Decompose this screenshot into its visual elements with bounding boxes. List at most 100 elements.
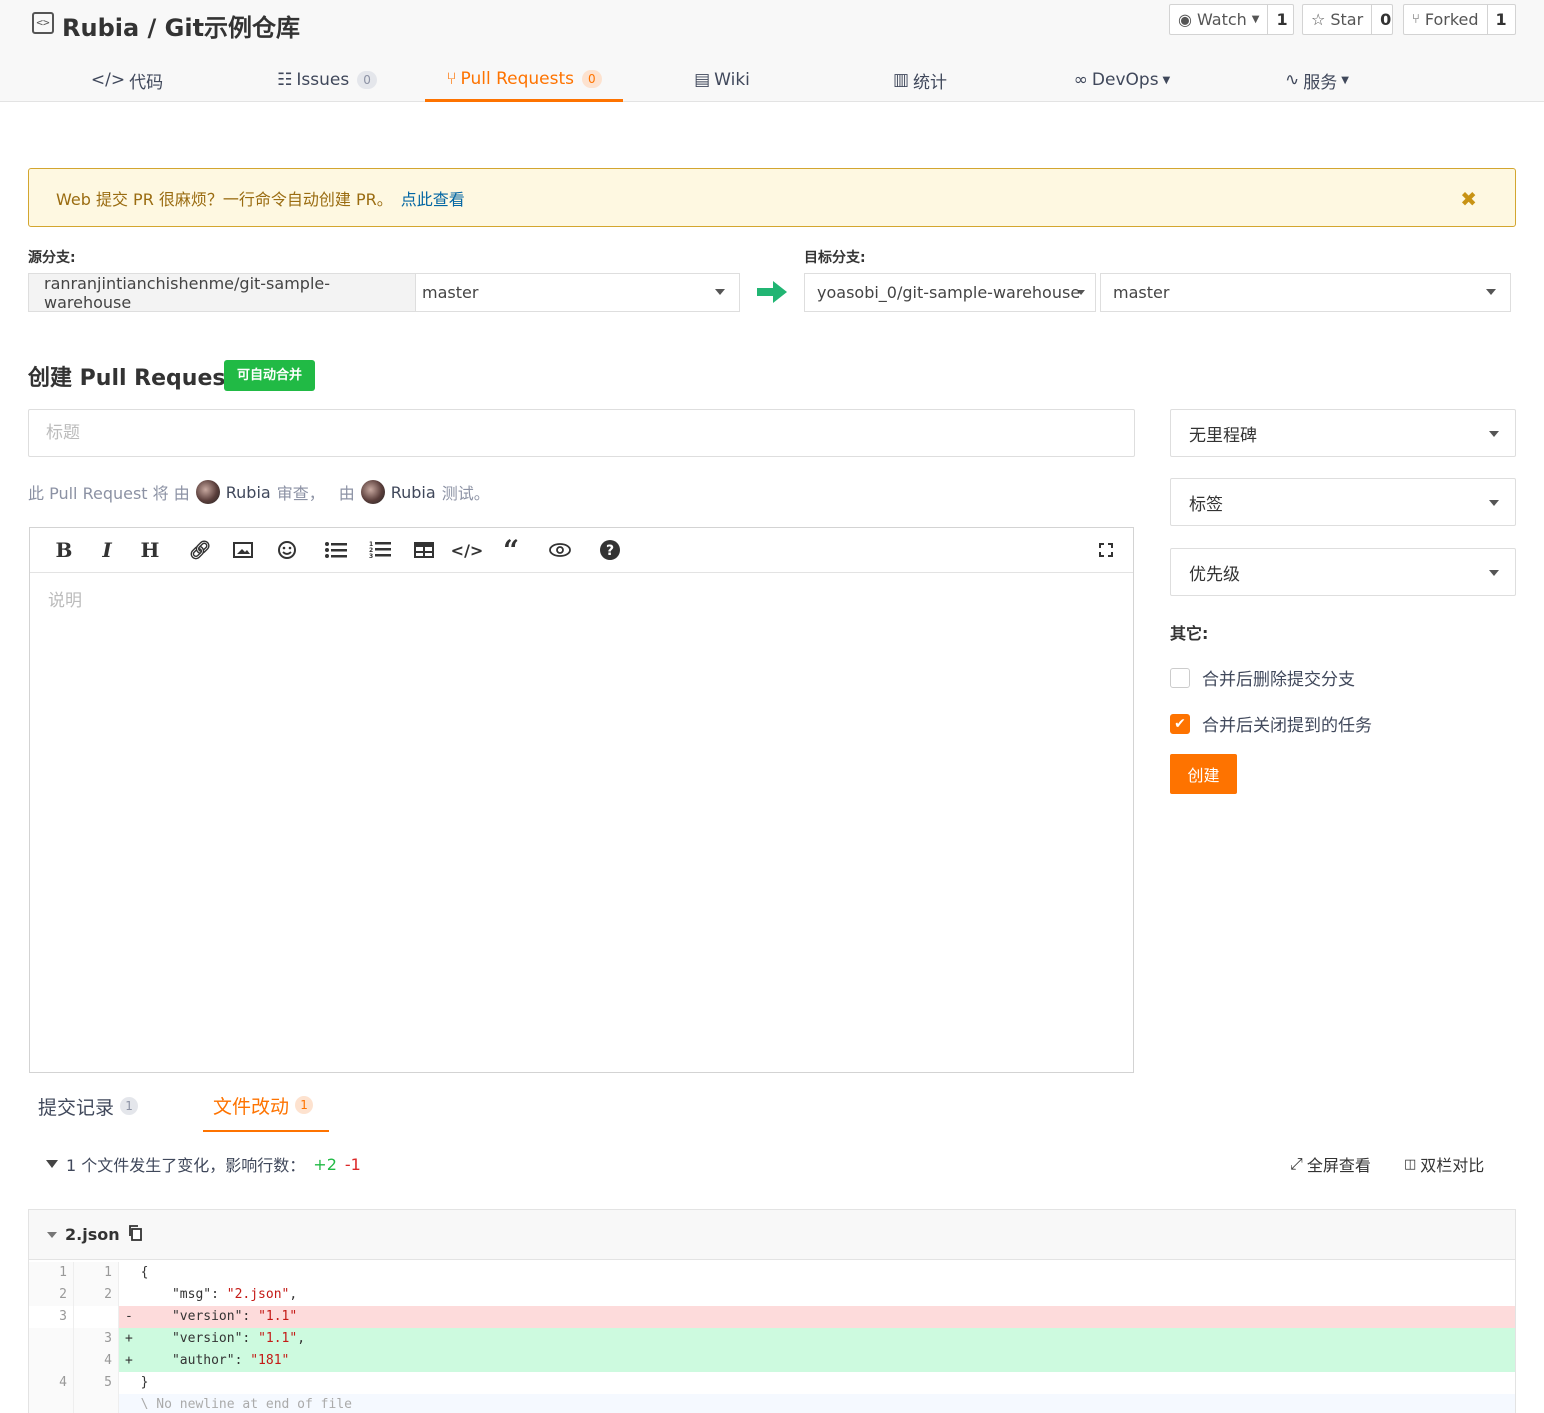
- file-name[interactable]: 2.json: [65, 1225, 120, 1244]
- table-icon[interactable]: [410, 537, 438, 563]
- diff-line: \ No newline at end of file: [29, 1394, 1515, 1413]
- diff-code: + "author": "181": [119, 1350, 1515, 1372]
- bar-chart-icon: ▥: [892, 70, 910, 90]
- title-input[interactable]: 标题: [28, 409, 1135, 457]
- svg-text:3: 3: [369, 553, 373, 559]
- caret-down-icon: [1077, 290, 1085, 295]
- tab-services[interactable]: ∿ 服务 ▼: [1260, 58, 1374, 102]
- labels-select[interactable]: 标签: [1170, 478, 1516, 526]
- reviewer-line: 此 Pull Request 将 由 Rubia 审查， 由 Rubia 测试。: [28, 480, 490, 504]
- caret-down-icon[interactable]: [46, 1160, 58, 1168]
- tab-pull-requests[interactable]: ⑂ Pull Requests 0: [425, 58, 623, 102]
- old-line-number: [29, 1350, 74, 1372]
- code-repo-icon: <>: [32, 12, 54, 34]
- issues-icon: ☷: [277, 70, 293, 90]
- checkmark-icon[interactable]: ✔: [1170, 713, 1190, 734]
- file-header: 2.json: [29, 1210, 1515, 1260]
- notice-link[interactable]: 点此查看: [401, 186, 465, 210]
- new-line-number: 1: [74, 1262, 119, 1284]
- quote-icon[interactable]: “: [497, 534, 525, 567]
- forked-count[interactable]: 1: [1486, 5, 1515, 34]
- diff-line: 4 + "author": "181": [29, 1350, 1515, 1372]
- star-icon: ☆: [1311, 10, 1326, 29]
- heading-icon[interactable]: H: [136, 537, 164, 563]
- diff-code: "msg": "2.json",: [125, 1287, 298, 1302]
- old-line-number: 4: [29, 1372, 74, 1394]
- code-icon[interactable]: </>: [451, 537, 484, 563]
- eye-icon: ◉: [1178, 10, 1192, 29]
- new-line-number: [74, 1394, 119, 1413]
- tab-wiki[interactable]: ▤ Wiki: [660, 58, 784, 102]
- delete-branch-checkbox[interactable]: 合并后删除提交分支: [1170, 665, 1355, 690]
- svg-text:?: ?: [606, 543, 614, 559]
- tab-commits[interactable]: 提交记录 1: [28, 1080, 148, 1132]
- cli-notice-banner: Web 提交 PR 很麻烦？一行命令自动创建 PR。 点此查看 ✖: [28, 168, 1516, 227]
- caret-down-icon: [1489, 500, 1499, 506]
- diff-code: \ No newline at end of file: [119, 1394, 1515, 1413]
- old-line-number: 3: [29, 1306, 74, 1328]
- page-title: 创建 Pull Request: [28, 366, 236, 391]
- old-line-number: 1: [29, 1262, 74, 1284]
- infinity-icon: ∞: [1073, 70, 1088, 90]
- new-line-number: 5: [74, 1372, 119, 1394]
- expand-icon: ⤢: [1290, 1154, 1303, 1173]
- image-icon[interactable]: [229, 537, 257, 563]
- close-icon[interactable]: ✖: [1460, 187, 1477, 211]
- help-icon[interactable]: ?: [596, 537, 624, 563]
- tab-issues[interactable]: ☷ Issues 0: [260, 58, 394, 102]
- file-diff: 2.json 11 {2 2 "msg": "2.json", 3- "versio…: [28, 1209, 1516, 1413]
- new-line-number: 3: [74, 1328, 119, 1350]
- tab-files-changed[interactable]: 文件改动 1: [203, 1080, 329, 1132]
- bullet-list-icon[interactable]: [322, 537, 350, 563]
- caret-down-icon: ▼: [1162, 74, 1171, 86]
- caret-down-icon: [715, 289, 725, 295]
- create-button[interactable]: 创建: [1170, 754, 1237, 794]
- avatar: [195, 480, 220, 504]
- new-line-number: 4: [74, 1350, 119, 1372]
- diff-lines: 11 {2 2 "msg": "2.json", 3- "version": "1.…: [29, 1260, 1515, 1413]
- description-editor: B I H 🔗︎ 123 </> “ ? 说明: [29, 527, 1134, 1073]
- target-branch-label: 目标分支:: [804, 250, 866, 266]
- old-line-number: [29, 1328, 74, 1350]
- priority-select[interactable]: 优先级: [1170, 548, 1516, 596]
- watch-count[interactable]: 1: [1267, 5, 1295, 34]
- watch-button[interactable]: ◉ Watch ▼ 1: [1169, 4, 1294, 35]
- arrow-right-icon: [757, 281, 787, 303]
- diff-code: - "version": "1.1": [119, 1306, 1515, 1328]
- source-branch-select[interactable]: master: [415, 273, 740, 312]
- numbered-list-icon[interactable]: 123: [366, 537, 394, 563]
- other-options-label: 其它:: [1170, 624, 1209, 643]
- diff-line: 45 }: [29, 1372, 1515, 1394]
- fullscreen-view-button[interactable]: ⤢ 全屏查看: [1290, 1152, 1371, 1176]
- target-branch-select[interactable]: master: [1100, 273, 1511, 312]
- checkbox-unchecked[interactable]: [1170, 667, 1190, 688]
- diff-line: 3 + "version": "1.1",: [29, 1328, 1515, 1350]
- tab-code[interactable]: </> 代码: [60, 58, 194, 102]
- copy-icon[interactable]: [128, 1224, 142, 1245]
- preview-eye-icon[interactable]: [546, 537, 574, 563]
- source-branch-label: 源分支:: [28, 250, 76, 266]
- link-icon[interactable]: 🔗︎: [186, 537, 214, 563]
- caret-down-icon[interactable]: [47, 1231, 57, 1238]
- repo-title[interactable]: Rubia / Git示例仓库: [62, 8, 300, 43]
- split-view-button[interactable]: ◫ 双栏对比: [1404, 1152, 1484, 1176]
- fullscreen-icon[interactable]: [1092, 537, 1120, 563]
- milestone-select[interactable]: 无里程碑: [1170, 409, 1516, 457]
- emoji-icon[interactable]: [273, 537, 301, 563]
- bold-icon[interactable]: B: [50, 537, 78, 563]
- star-button[interactable]: ☆ Star 0: [1302, 4, 1393, 35]
- diff-line: 11 {: [29, 1262, 1515, 1284]
- close-issues-checkbox[interactable]: ✔ 合并后关闭提到的任务: [1170, 711, 1372, 736]
- diff-code: + "version": "1.1",: [119, 1328, 1515, 1350]
- diff-line: 3 - "version": "1.1": [29, 1306, 1515, 1328]
- star-count[interactable]: 0: [1371, 5, 1399, 34]
- description-input[interactable]: 说明: [48, 586, 82, 611]
- tab-devops[interactable]: ∞ DevOps ▼: [1060, 58, 1184, 102]
- tab-stats[interactable]: ▥ 统计: [860, 58, 980, 102]
- target-repo-select[interactable]: yoasobi_0/git-sample-warehouse: [804, 273, 1096, 312]
- fork-icon: ⑂: [1412, 12, 1420, 27]
- forked-button[interactable]: ⑂ Forked 1: [1403, 4, 1516, 35]
- italic-icon[interactable]: I: [93, 537, 121, 563]
- new-line-number: 2: [74, 1284, 119, 1306]
- pulse-icon: ∿: [1285, 70, 1300, 90]
